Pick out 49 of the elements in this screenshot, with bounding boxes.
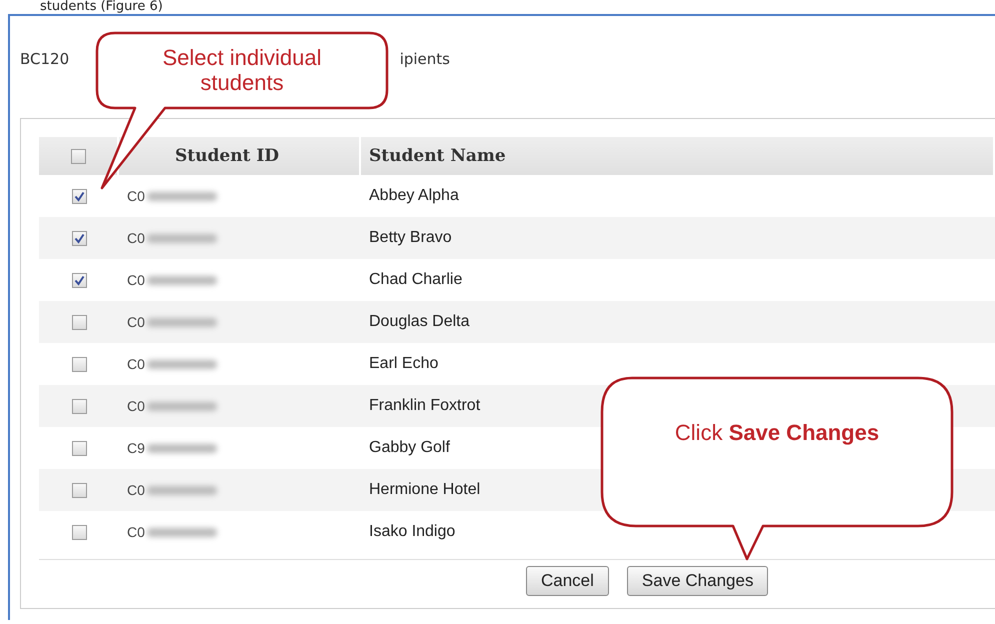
table-cell: C9 [127,440,145,456]
checkbox[interactable] [72,188,86,204]
checkbox[interactable] [72,482,86,498]
table-cell: Betty Bravo [369,229,452,247]
table-cell: C0 [127,272,145,288]
table-cell: C0 [127,524,145,540]
blurred-text [146,318,217,326]
checkbox[interactable] [72,356,86,372]
table-cell: Chad Charlie [369,271,462,289]
table-cell: C0 [127,230,145,246]
blurred-text [146,402,217,410]
save-button[interactable]: Save Changes [626,566,768,596]
callout-text: Click Save Changes [674,420,880,446]
blurred-text [146,444,217,452]
blurred-text [146,192,217,200]
table-cell: C0 [127,398,145,414]
intro-text: BC120 [20,50,70,70]
table-cell: Gabby Golf [369,439,450,457]
checkbox[interactable] [72,440,86,456]
checkbox[interactable] [72,524,86,540]
check-icon [74,274,84,286]
checkbox[interactable] [72,230,86,246]
blurred-text [146,528,217,536]
table-cell: Franklin Foxtrot [369,397,480,415]
blurred-text [146,486,217,494]
check-icon [74,232,84,244]
checkbox[interactable] [72,272,86,288]
blurred-text [146,234,217,242]
intro-text: ipients [400,50,450,70]
blurred-text [146,276,217,284]
column-header[interactable]: Student Name [361,137,995,175]
blurred-text [146,360,217,368]
table-cell: Douglas Delta [369,313,470,331]
checkbox[interactable] [70,148,86,164]
checkbox[interactable] [72,314,86,330]
table-cell: Abbey Alpha [369,187,459,205]
table-cell: C0 [127,356,145,372]
cancel-button[interactable]: Cancel [526,566,609,596]
table-cell: Earl Echo [369,355,438,373]
check-icon [74,190,84,202]
table-cell: C0 [127,188,145,204]
checkbox[interactable] [72,398,86,414]
table-cell: Hermione Hotel [369,481,480,499]
table-cell: C0 [127,314,145,330]
table-cell: Isako Indigo [369,523,456,541]
callout-text: Select individual students [162,46,322,95]
column-header[interactable]: Student ID [119,137,361,175]
table-cell: C0 [127,482,145,498]
caption-text: students (Figure 6) [39,0,164,14]
